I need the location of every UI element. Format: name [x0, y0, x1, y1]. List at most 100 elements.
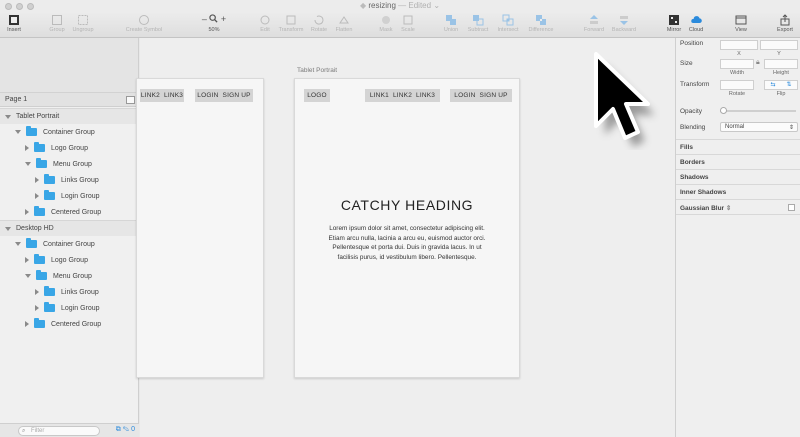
- gaussian-blur-section[interactable]: Gaussian Blur ⇕: [676, 199, 800, 214]
- blur-type-chevron-icon[interactable]: ⇕: [726, 205, 731, 212]
- layer-group[interactable]: Links Group: [0, 284, 139, 300]
- scale-button[interactable]: Scale: [398, 12, 418, 33]
- layer-group[interactable]: Container Group: [0, 236, 139, 252]
- fills-section[interactable]: Fills: [676, 139, 800, 154]
- login-link[interactable]: LOGIN: [197, 92, 218, 99]
- layer-tools[interactable]: ⧉ ✎ 0: [116, 426, 135, 434]
- flip-horizontal-icon[interactable]: ⇆: [770, 81, 775, 89]
- intersect-button[interactable]: Intersect: [494, 12, 522, 33]
- layer-artboard[interactable]: Tablet Portrait: [0, 108, 139, 124]
- position-x-field[interactable]: [720, 40, 758, 50]
- width-field[interactable]: [720, 59, 754, 69]
- artboard-tablet-portrait[interactable]: LOGO LINK1 LINK2 LINK3 LOGIN SIGN UP CAT…: [294, 78, 520, 378]
- layer-group[interactable]: Menu Group: [0, 268, 139, 284]
- disclosure-open-icon[interactable]: [5, 226, 11, 231]
- layer-artboard[interactable]: Desktop HD: [0, 220, 139, 236]
- create-symbol-button[interactable]: Create Symbol: [122, 12, 166, 33]
- disclosure-open-icon[interactable]: [15, 130, 21, 134]
- edit-button[interactable]: Edit: [256, 12, 274, 33]
- lock-ratio-icon[interactable]: 🔒︎: [756, 59, 760, 67]
- disclosure-open-icon[interactable]: [25, 274, 31, 278]
- login-group[interactable]: LOGIN SIGN UP: [195, 89, 253, 102]
- rotate-field[interactable]: [720, 80, 754, 90]
- login-group[interactable]: LOGIN SIGN UP: [450, 89, 512, 102]
- export-label: Export: [777, 27, 793, 33]
- disclosure-closed-icon[interactable]: [35, 193, 39, 199]
- blending-select[interactable]: Normal ⇕: [720, 122, 798, 132]
- disclosure-closed-icon[interactable]: [35, 177, 39, 183]
- flip-vertical-icon[interactable]: ⇅: [786, 81, 791, 89]
- cloud-button[interactable]: Cloud: [686, 12, 706, 33]
- disclosure-open-icon[interactable]: [5, 114, 11, 119]
- logo-box[interactable]: LOGO: [304, 89, 330, 102]
- gaussian-blur-checkbox[interactable]: [788, 204, 795, 211]
- layer-group[interactable]: Logo Group: [0, 252, 139, 268]
- disclosure-closed-icon[interactable]: [25, 321, 29, 327]
- rotate-icon: [314, 15, 324, 25]
- disclosure-closed-icon[interactable]: [25, 209, 29, 215]
- ungroup-button[interactable]: Ungroup: [70, 12, 96, 33]
- disclosure-closed-icon[interactable]: [25, 257, 29, 263]
- title-chevron-icon[interactable]: ⌄: [433, 1, 440, 10]
- artboard-desktop-hd[interactable]: LINK2 LINK3 LOGIN SIGN UP: [136, 78, 264, 378]
- zoom-out-button[interactable]: –: [202, 14, 207, 24]
- catchy-heading[interactable]: CATCHY HEADING: [295, 197, 519, 213]
- layer-group[interactable]: Logo Group: [0, 140, 139, 156]
- layer-group[interactable]: Login Group: [0, 188, 139, 204]
- borders-section[interactable]: Borders: [676, 154, 800, 169]
- nav-links-group[interactable]: LINK2 LINK3: [140, 89, 184, 102]
- forward-button[interactable]: Forward: [580, 12, 608, 33]
- height-field[interactable]: [764, 59, 798, 69]
- slice-icon[interactable]: ✎: [123, 426, 129, 433]
- nav-links-group[interactable]: LINK1 LINK2 LINK3: [365, 89, 440, 102]
- inner-shadows-section[interactable]: Inner Shadows: [676, 184, 800, 199]
- difference-button[interactable]: Difference: [524, 12, 558, 33]
- disclosure-closed-icon[interactable]: [25, 145, 29, 151]
- export-button[interactable]: Export: [774, 12, 796, 33]
- body-paragraph[interactable]: Lorem ipsum dolor sit amet, consectetur …: [309, 224, 505, 262]
- layer-group[interactable]: Menu Group: [0, 156, 139, 172]
- layer-group[interactable]: Centered Group: [0, 316, 139, 332]
- disclosure-closed-icon[interactable]: [35, 305, 39, 311]
- page-selector[interactable]: Page 1: [0, 93, 139, 107]
- layer-group[interactable]: Centered Group: [0, 204, 139, 220]
- signup-link[interactable]: SIGN UP: [223, 92, 251, 99]
- mask-icon: [382, 16, 390, 24]
- disclosure-open-icon[interactable]: [15, 242, 21, 246]
- artboard-title[interactable]: Tablet Portrait: [297, 67, 337, 74]
- group-button[interactable]: Group: [46, 12, 68, 33]
- nav-link-1[interactable]: LINK1: [370, 92, 389, 99]
- mask-button[interactable]: Mask: [376, 12, 396, 33]
- opacity-slider[interactable]: [720, 110, 796, 112]
- zoom-control[interactable]: – + 50%: [196, 12, 232, 33]
- view-button[interactable]: View: [730, 12, 752, 33]
- insert-button[interactable]: Insert: [3, 12, 25, 33]
- filter-input[interactable]: ⌕ Filter: [18, 426, 100, 436]
- transform-button[interactable]: Transform: [276, 12, 306, 33]
- position-y-field[interactable]: [760, 40, 798, 50]
- backward-button[interactable]: Backward: [608, 12, 640, 33]
- flatten-button[interactable]: Flatten: [332, 12, 356, 33]
- layer-group[interactable]: Container Group: [0, 124, 139, 140]
- subtract-button[interactable]: Subtract: [464, 12, 492, 33]
- union-button[interactable]: Union: [440, 12, 462, 33]
- shadows-section[interactable]: Shadows: [676, 169, 800, 184]
- disclosure-open-icon[interactable]: [25, 162, 31, 166]
- nav-link-2[interactable]: LINK2: [393, 92, 412, 99]
- zoom-in-button[interactable]: +: [221, 14, 226, 24]
- nav-link-2[interactable]: LINK2: [141, 92, 160, 99]
- disclosure-closed-icon[interactable]: [35, 289, 39, 295]
- blending-value: Normal: [725, 124, 745, 130]
- nav-link-3[interactable]: LINK3: [164, 92, 183, 99]
- symbols-icon[interactable]: ⧉: [116, 426, 121, 433]
- signup-link[interactable]: SIGN UP: [480, 92, 508, 99]
- layer-group[interactable]: Links Group: [0, 172, 139, 188]
- login-link[interactable]: LOGIN: [454, 92, 475, 99]
- flip-control[interactable]: ⇆ ⇅: [764, 80, 798, 90]
- page-menu-icon[interactable]: [126, 96, 135, 104]
- rotate-button[interactable]: Rotate: [308, 12, 330, 33]
- opacity-slider-knob[interactable]: [720, 107, 727, 114]
- nav-link-3[interactable]: LINK3: [416, 92, 435, 99]
- layer-group[interactable]: Login Group: [0, 300, 139, 316]
- mirror-button[interactable]: Mirror: [664, 12, 684, 33]
